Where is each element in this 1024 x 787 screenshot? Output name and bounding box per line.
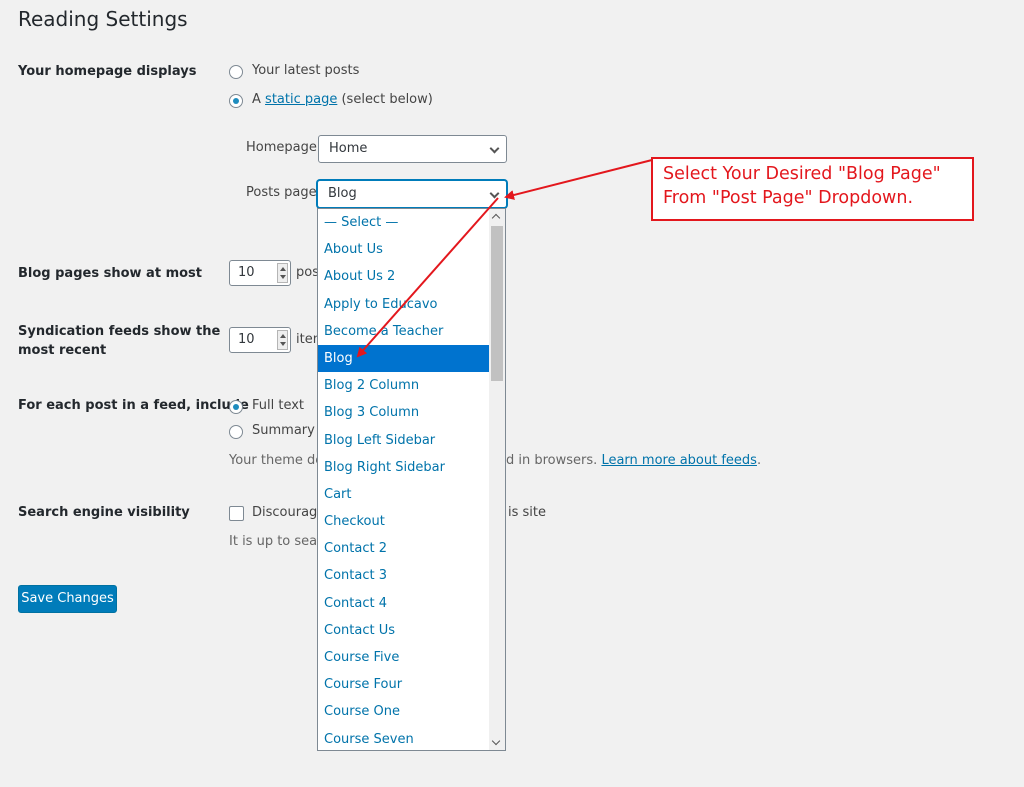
arrow-to-select xyxy=(504,159,653,200)
arrow-to-blog-option xyxy=(356,197,499,358)
annotation-arrows xyxy=(356,159,653,358)
